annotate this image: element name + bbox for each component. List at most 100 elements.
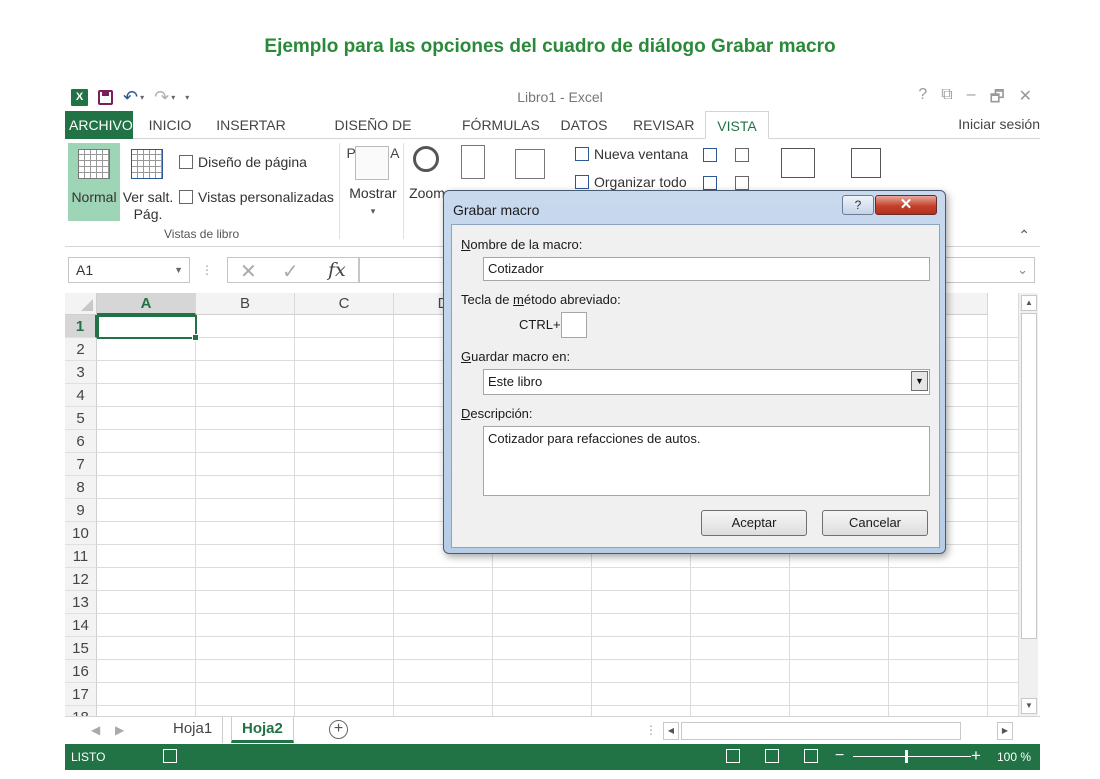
redo-dropdown-icon[interactable]: ▾: [171, 93, 175, 102]
next-sheet-icon[interactable]: ▶: [115, 723, 124, 737]
page-layout-button[interactable]: Diseño de página: [179, 154, 307, 170]
row-header[interactable]: 8: [65, 476, 97, 499]
help-icon[interactable]: ?: [918, 86, 927, 113]
normal-view-status-icon[interactable]: [726, 749, 740, 763]
arrange-all-icon: [575, 175, 589, 189]
name-box[interactable]: A1 ▼: [68, 257, 190, 283]
dialog-close-icon[interactable]: ✕: [875, 195, 937, 215]
vertical-scrollbar[interactable]: ▲ ▼: [1018, 293, 1038, 716]
scroll-left-icon[interactable]: ◀: [663, 722, 679, 740]
switch-windows-icon[interactable]: [781, 148, 815, 178]
restore-icon[interactable]: 🗗: [990, 86, 1005, 113]
horizontal-scrollbar[interactable]: ◀ ▶: [663, 722, 1013, 740]
row-header[interactable]: 15: [65, 637, 97, 660]
chevron-down-icon[interactable]: ▼: [911, 371, 928, 391]
tab-split-grip-icon[interactable]: ⋮: [645, 723, 657, 737]
store-macro-select[interactable]: Este libro ▼: [483, 369, 930, 395]
cancel-button[interactable]: Cancelar: [822, 510, 928, 536]
expand-formula-bar-icon[interactable]: ⌄: [1017, 262, 1028, 278]
row-header[interactable]: 12: [65, 568, 97, 591]
hide-icon[interactable]: [703, 176, 717, 190]
column-header[interactable]: C: [295, 293, 394, 315]
row-header[interactable]: 4: [65, 384, 97, 407]
row-header[interactable]: 1: [65, 315, 97, 338]
shortcut-key-input[interactable]: [561, 312, 587, 338]
tab-datos[interactable]: DATOS: [559, 111, 609, 139]
scroll-thumb[interactable]: [1021, 313, 1037, 639]
arrange-all-button[interactable]: Organizar todo: [575, 174, 687, 190]
tab-diseno-pagina[interactable]: DISEÑO DE PÁGINA: [307, 111, 439, 161]
row-header[interactable]: 2: [65, 338, 97, 361]
insert-function-icon[interactable]: fx: [328, 259, 346, 281]
tab-archivo[interactable]: ARCHIVO: [65, 111, 133, 139]
zoom-out-icon[interactable]: −: [835, 747, 844, 765]
scroll-right-icon[interactable]: ▶: [997, 722, 1013, 740]
chevron-down-icon[interactable]: ▼: [174, 258, 183, 282]
undo-dropdown-icon[interactable]: ▾: [140, 93, 144, 102]
page-layout-status-icon[interactable]: [765, 749, 779, 763]
row-header[interactable]: 5: [65, 407, 97, 430]
custom-views-button[interactable]: Vistas personalizadas: [179, 189, 334, 205]
scroll-up-icon[interactable]: ▲: [1021, 295, 1037, 311]
column-header[interactable]: A: [97, 293, 196, 315]
view-side-by-side-icon[interactable]: [735, 148, 749, 162]
sheet-tab-hoja1[interactable]: Hoja1: [163, 717, 224, 743]
collapse-ribbon-icon[interactable]: ⌃: [1018, 227, 1030, 244]
column-header[interactable]: B: [196, 293, 295, 315]
signin-link[interactable]: Iniciar sesión: [958, 116, 1040, 132]
row-header[interactable]: 11: [65, 545, 97, 568]
tab-revisar[interactable]: REVISAR: [633, 111, 694, 139]
minimize-icon[interactable]: –: [967, 86, 976, 113]
row-header[interactable]: 3: [65, 361, 97, 384]
accept-button[interactable]: Aceptar: [701, 510, 807, 536]
normal-view-button[interactable]: Normal: [68, 143, 120, 221]
cancel-formula-icon[interactable]: ✕: [240, 259, 257, 284]
customize-qat-icon[interactable]: ▾: [185, 93, 189, 102]
tab-vista[interactable]: VISTA: [705, 111, 769, 139]
sync-scroll-icon[interactable]: [735, 176, 749, 190]
show-button[interactable]: Mostrar ▾: [345, 143, 401, 223]
row-header[interactable]: 13: [65, 591, 97, 614]
close-icon[interactable]: ✕: [1019, 86, 1032, 113]
tab-insertar[interactable]: INSERTAR: [215, 111, 287, 139]
gridline: [393, 315, 394, 716]
row-header[interactable]: 16: [65, 660, 97, 683]
page-break-view-button[interactable]: Ver salt. Pág.: [121, 143, 175, 223]
zoom-slider[interactable]: [853, 756, 971, 757]
macro-name-input[interactable]: Cotizador: [483, 257, 930, 281]
zoom-level[interactable]: 100 %: [997, 750, 1031, 764]
add-sheet-icon[interactable]: +: [329, 720, 348, 739]
split-icon[interactable]: [703, 148, 717, 162]
ribbon-display-icon[interactable]: ⧉: [941, 86, 952, 113]
row-header[interactable]: 7: [65, 453, 97, 476]
row-header[interactable]: 9: [65, 499, 97, 522]
tab-inicio[interactable]: INICIO: [145, 111, 195, 139]
zoom-in-icon[interactable]: +: [971, 746, 981, 766]
undo-icon[interactable]: ↶: [123, 88, 138, 106]
zoom-100-icon[interactable]: [461, 145, 485, 179]
redo-icon[interactable]: ↷: [154, 88, 169, 106]
tab-formulas[interactable]: FÓRMULAS: [462, 111, 540, 139]
dialog-help-icon[interactable]: ?: [842, 195, 874, 215]
description-textarea[interactable]: Cotizador para refacciones de autos.: [483, 426, 930, 496]
active-cell[interactable]: [97, 315, 199, 341]
macros-icon[interactable]: [851, 148, 881, 178]
save-icon[interactable]: [98, 89, 113, 105]
zoom-selection-icon[interactable]: [515, 149, 545, 179]
formula-bar-grip-icon[interactable]: ⋮: [201, 263, 213, 277]
row-header[interactable]: 17: [65, 683, 97, 706]
row-header[interactable]: 10: [65, 522, 97, 545]
scroll-down-icon[interactable]: ▼: [1021, 698, 1037, 714]
row-header[interactable]: 18: [65, 706, 97, 716]
zoom-slider-thumb[interactable]: [905, 750, 908, 763]
sheet-tab-hoja2[interactable]: Hoja2: [231, 717, 294, 743]
enter-formula-icon[interactable]: ✓: [282, 259, 299, 284]
page-break-status-icon[interactable]: [804, 749, 818, 763]
macro-recording-icon[interactable]: [163, 749, 177, 763]
row-header[interactable]: 14: [65, 614, 97, 637]
row-header[interactable]: 6: [65, 430, 97, 453]
hscroll-thumb[interactable]: [681, 722, 961, 740]
new-window-button[interactable]: Nueva ventana: [575, 146, 688, 162]
prev-sheet-icon[interactable]: ◀: [91, 723, 100, 737]
select-all-corner[interactable]: [65, 293, 97, 315]
